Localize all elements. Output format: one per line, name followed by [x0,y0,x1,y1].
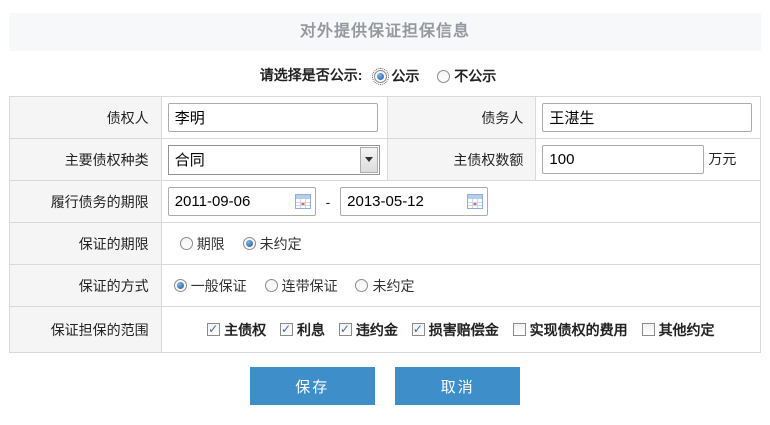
row-debt: 主要债权种类 合同 主债权数额 万元 [10,139,761,181]
radio-icon-general-guarantee[interactable] [174,279,187,292]
chevron-down-icon[interactable] [360,147,378,173]
debt-amount-label: 主债权数额 [387,139,536,181]
checkbox-option-interest[interactable]: 利息 [280,320,325,340]
row-parties: 债权人 债务人 [10,97,761,139]
radio-option-not-public[interactable]: 不公示 [437,66,496,86]
calendar-icon[interactable] [295,194,311,209]
debt-amount-input[interactable] [542,145,704,174]
creditor-input[interactable] [168,103,378,132]
radio-option-mode-unagreed[interactable]: 未约定 [355,276,414,296]
calendar-icon[interactable] [467,194,483,209]
guarantee-info-form: 对外提供保证担保信息 请选择是否公示: 公示 不公示 债权人 债务人 主要债权种… [0,13,770,425]
guarantee-mode-label: 保证的方式 [10,265,162,307]
checkbox-icon-other-agreed[interactable] [642,323,655,336]
start-date-input[interactable]: 2011-09-06 [168,187,316,216]
end-date-input[interactable]: 2013-05-12 [340,187,488,216]
checkbox-label-other-agreed: 其他约定 [659,320,715,340]
radio-label-public: 公示 [391,66,419,86]
debt-amount-unit: 万元 [708,151,736,167]
radio-option-public[interactable]: 公示 [374,66,419,86]
radio-icon-period-unagreed[interactable] [243,237,256,250]
save-button[interactable]: 保存 [250,367,375,405]
creditor-label: 债权人 [10,97,162,139]
row-performance-period: 履行债务的期限 2011-09-06 - 2013 [10,181,761,223]
radio-option-general-guarantee[interactable]: 一般保证 [174,276,247,296]
debt-type-label: 主要债权种类 [10,139,162,181]
publicity-label: 请选择是否公示: [260,67,363,83]
radio-icon-not-public[interactable] [437,70,450,83]
radio-label-period-unagreed: 未约定 [260,234,302,254]
debtor-label: 债务人 [387,97,536,139]
radio-icon-joint-guarantee[interactable] [265,279,278,292]
radio-icon-mode-unagreed[interactable] [355,279,368,292]
radio-label-fixed-term: 期限 [197,234,225,254]
debt-type-selected-value: 合同 [175,149,205,170]
radio-option-fixed-term[interactable]: 期限 [180,234,225,254]
form-table: 债权人 债务人 主要债权种类 合同 主债权数额 万元 履行债务的期限 [9,96,761,353]
radio-label-general-guarantee: 一般保证 [191,276,247,296]
checkbox-option-damages[interactable]: 损害赔偿金 [412,320,499,340]
debt-type-select[interactable]: 合同 [168,145,380,175]
date-range-separator: - [326,194,331,210]
row-guarantee-mode: 保证的方式 一般保证 连带保证 未约定 [10,265,761,307]
button-row: 保存 取消 [0,367,770,405]
checkbox-icon-penalty[interactable] [339,323,352,336]
radio-label-not-public: 不公示 [454,66,496,86]
checkbox-icon-principal-claim[interactable] [207,323,220,336]
radio-label-mode-unagreed: 未约定 [372,276,414,296]
radio-option-joint-guarantee[interactable]: 连带保证 [265,276,338,296]
cancel-button[interactable]: 取消 [395,367,520,405]
checkbox-label-damages: 损害赔偿金 [429,320,499,340]
checkbox-option-penalty[interactable]: 违约金 [339,320,398,340]
publicity-choice-row: 请选择是否公示: 公示 不公示 [0,65,770,87]
checkbox-option-principal-claim[interactable]: 主债权 [207,320,266,340]
guarantee-scope-label: 保证担保的范围 [10,307,162,353]
debtor-input[interactable] [542,103,752,132]
checkbox-label-interest: 利息 [297,320,325,340]
row-guarantee-scope: 保证担保的范围 主债权 利息 违约金 损害赔偿金 [10,307,761,353]
start-date-value: 2011-09-06 [175,193,251,210]
checkbox-label-penalty: 违约金 [356,320,398,340]
checkbox-option-realization-costs[interactable]: 实现债权的费用 [513,320,628,340]
checkbox-icon-realization-costs[interactable] [513,323,526,336]
performance-period-label: 履行债务的期限 [10,181,162,223]
radio-label-joint-guarantee: 连带保证 [282,276,338,296]
row-guarantee-period: 保证的期限 期限 未约定 [10,223,761,265]
checkbox-label-principal-claim: 主债权 [224,320,266,340]
guarantee-period-label: 保证的期限 [10,223,162,265]
end-date-value: 2013-05-12 [347,193,424,210]
checkbox-label-realization-costs: 实现债权的费用 [530,320,628,340]
checkbox-icon-interest[interactable] [280,323,293,336]
radio-icon-public[interactable] [374,70,387,83]
radio-icon-fixed-term[interactable] [180,237,193,250]
radio-option-period-unagreed[interactable]: 未约定 [243,234,302,254]
checkbox-option-other-agreed[interactable]: 其他约定 [642,320,715,340]
page-title: 对外提供保证担保信息 [9,13,761,51]
checkbox-icon-damages[interactable] [412,323,425,336]
